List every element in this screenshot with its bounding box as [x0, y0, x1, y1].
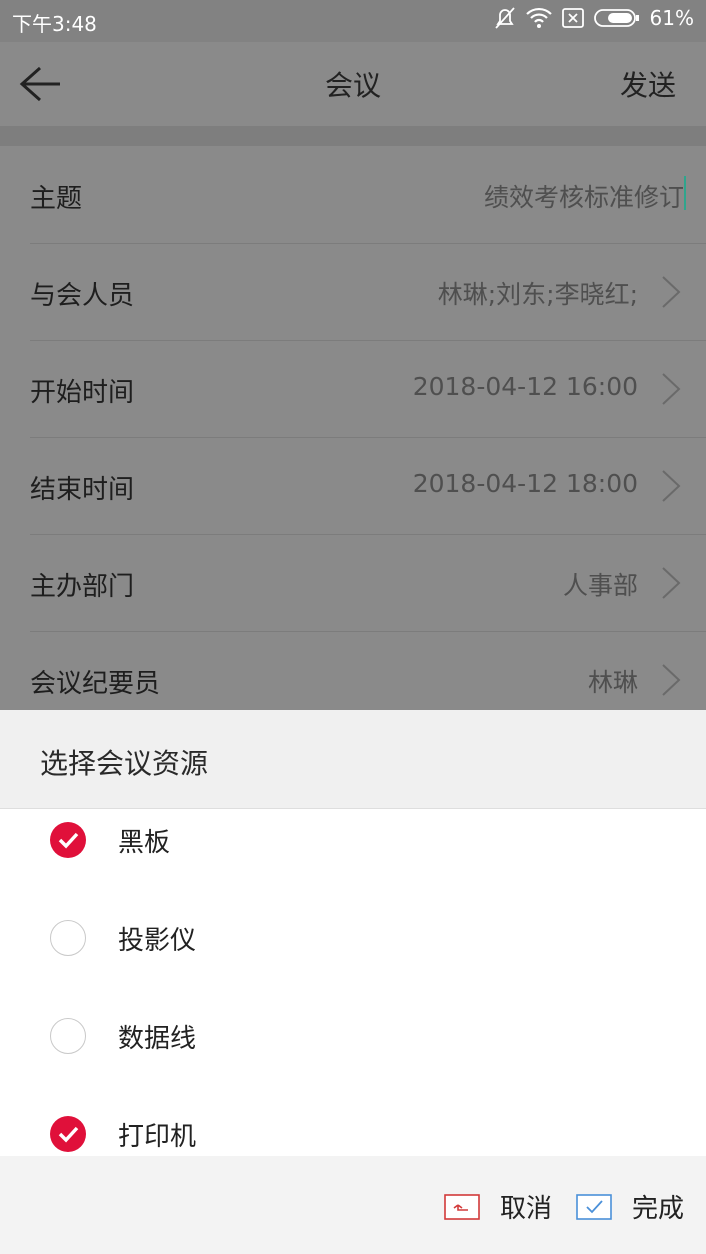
check-box-icon [576, 1193, 612, 1220]
chevron-right-icon [662, 664, 681, 696]
list-item-blackboard[interactable]: 黑板 [0, 809, 706, 889]
item-label: 打印机 [118, 1122, 197, 1152]
done-label: 完成 [632, 1194, 685, 1224]
status-icons: 61% [494, 6, 694, 30]
subject-label: 主题 [30, 184, 83, 214]
minutes-taker-value: 林琳 [587, 668, 638, 697]
text-cursor [684, 176, 686, 210]
list-item-projector[interactable]: 投影仪 [0, 889, 706, 987]
cancel-button[interactable]: 取消 [444, 1188, 552, 1225]
list-item-printer[interactable]: 打印机 [0, 1085, 706, 1156]
item-label: 投影仪 [118, 926, 197, 956]
unchecked-circle-icon[interactable] [50, 1018, 86, 1054]
item-label: 数据线 [118, 1024, 197, 1054]
checked-circle-icon[interactable] [50, 822, 86, 858]
resource-list: 黑板 投影仪 数据线 打印机 [0, 809, 706, 1156]
battery-icon [593, 9, 639, 27]
sheet-footer: 取消 完成 [0, 1156, 706, 1254]
done-button[interactable]: 完成 [576, 1188, 684, 1225]
start-time-value: 2018-04-12 16:00 [412, 372, 638, 401]
wifi-icon [525, 7, 552, 28]
end-time-label: 结束时间 [30, 475, 135, 505]
sheet-title: 选择会议资源 [40, 747, 209, 780]
send-button[interactable]: 发送 [620, 64, 676, 104]
mute-bell-icon [494, 7, 515, 29]
attendees-label: 与会人员 [30, 281, 135, 311]
unchecked-circle-icon[interactable] [50, 920, 86, 956]
chevron-right-icon [662, 276, 681, 308]
section-gap [0, 126, 706, 147]
end-time-value: 2018-04-12 18:00 [412, 469, 638, 498]
nav-bar: 会议 发送 [0, 42, 706, 126]
return-icon [444, 1193, 480, 1220]
meeting-form: 主题 绩效考核标准修订 与会人员 林琳;刘东;李晓红; 开始时间 2018-04… [0, 146, 706, 710]
form-row-attendees[interactable]: 与会人员 林琳;刘东;李晓红; [30, 243, 706, 341]
item-label: 黑板 [118, 828, 171, 858]
battery-percent: 61% [649, 6, 694, 30]
cancel-label: 取消 [500, 1194, 553, 1224]
form-row-department[interactable]: 主办部门 人事部 [30, 534, 706, 632]
sheet-header: 选择会议资源 [0, 710, 706, 809]
checked-circle-icon[interactable] [50, 1116, 86, 1152]
department-label: 主办部门 [30, 572, 135, 602]
subject-input[interactable]: 绩效考核标准修订 [484, 178, 684, 214]
form-row-subject[interactable]: 主题 绩效考核标准修订 [30, 146, 706, 244]
minutes-taker-label: 会议纪要员 [30, 669, 161, 699]
form-row-start-time[interactable]: 开始时间 2018-04-12 16:00 [30, 340, 706, 438]
chevron-right-icon [662, 373, 681, 405]
page-title: 会议 [324, 69, 381, 102]
attendees-value: 林琳;刘东;李晓红; [437, 280, 638, 309]
chevron-right-icon [662, 567, 681, 599]
status-time: 下午3:48 [12, 12, 97, 36]
department-value: 人事部 [562, 571, 638, 600]
status-bar: 下午3:48 61% [0, 0, 706, 42]
sim-off-icon [561, 8, 584, 28]
start-time-label: 开始时间 [30, 378, 135, 408]
form-row-end-time[interactable]: 结束时间 2018-04-12 18:00 [30, 437, 706, 535]
chevron-right-icon [662, 470, 681, 502]
list-item-data-cable[interactable]: 数据线 [0, 987, 706, 1085]
